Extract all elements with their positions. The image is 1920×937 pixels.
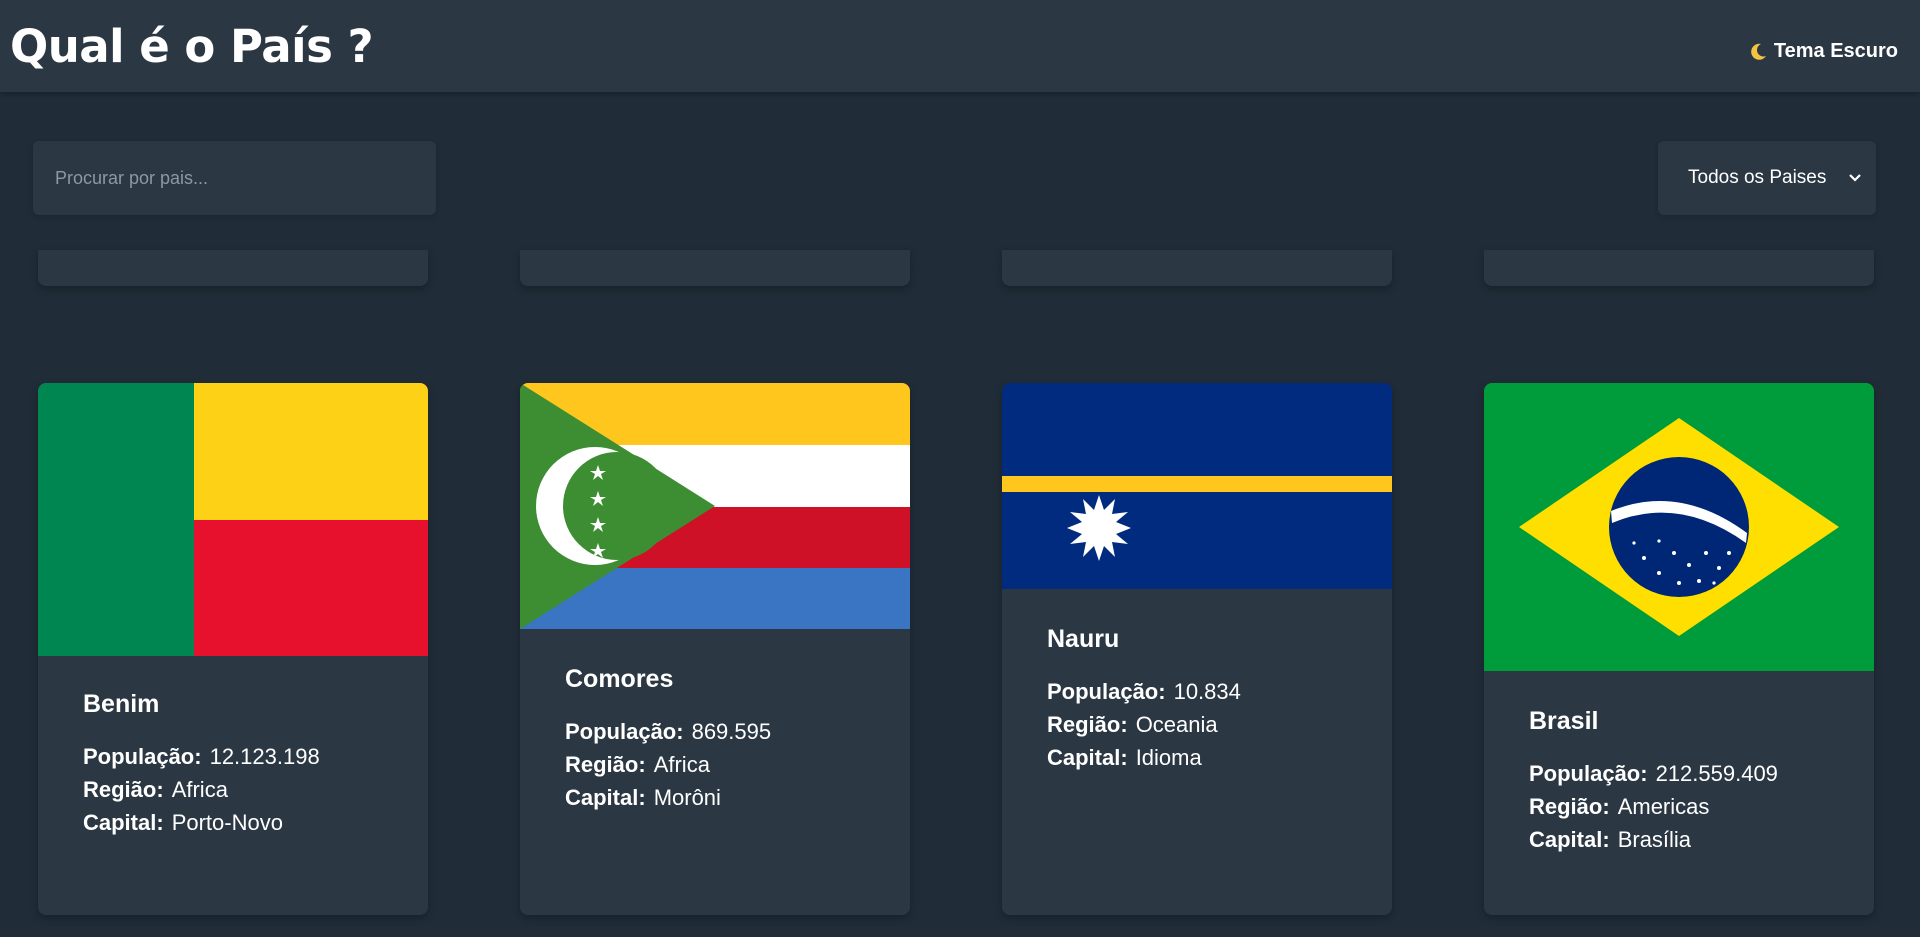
country-info: População: 12.123.198 Região: Africa Capit… bbox=[83, 740, 383, 839]
country-name: Benim bbox=[83, 690, 160, 718]
chevron-down-icon bbox=[1849, 174, 1861, 182]
theme-toggle-button[interactable]: Tema Escuro bbox=[1748, 40, 1898, 63]
capital-value: Porto-Novo bbox=[171, 810, 283, 835]
search-input[interactable] bbox=[33, 141, 436, 215]
flag-brasil bbox=[1484, 383, 1874, 671]
capital-label: Capital: bbox=[83, 810, 164, 835]
country-info: População: 212.559.409 Região: Americas Ca… bbox=[1529, 757, 1829, 856]
search-box bbox=[33, 141, 436, 215]
population-label: População: bbox=[1529, 761, 1648, 786]
country-name: Brasil bbox=[1529, 707, 1599, 735]
population-label: População: bbox=[1047, 679, 1166, 704]
region-label: Região: bbox=[83, 777, 164, 802]
region-value: Americas bbox=[1617, 794, 1710, 819]
region-value: Oceania bbox=[1135, 712, 1218, 737]
region-filter-select[interactable]: Todos os Paises bbox=[1658, 141, 1876, 215]
country-card-partial[interactable] bbox=[38, 250, 428, 286]
flag-nauru bbox=[1002, 383, 1392, 589]
population-value: 10.834 bbox=[1173, 679, 1241, 704]
population-value: 212.559.409 bbox=[1655, 761, 1778, 786]
country-card-benim[interactable]: Benim População: 12.123.198 Região: Africa… bbox=[38, 383, 428, 915]
capital-value: Morôni bbox=[653, 785, 721, 810]
country-name: Nauru bbox=[1047, 625, 1120, 653]
region-label: Região: bbox=[1047, 712, 1128, 737]
region-label: Região: bbox=[565, 752, 646, 777]
population-label: População: bbox=[565, 719, 684, 744]
capital-value: Idioma bbox=[1135, 745, 1202, 770]
country-info: População: 10.834 Região: Oceania Capital:… bbox=[1047, 675, 1347, 774]
top-header: Qual é o País ? Tema Escuro bbox=[0, 0, 1920, 92]
country-card-nauru[interactable]: Nauru População: 10.834 Região: Oceania Ca… bbox=[1002, 383, 1392, 915]
capital-label: Capital: bbox=[565, 785, 646, 810]
moon-icon bbox=[1751, 43, 1766, 60]
region-value: Africa bbox=[653, 752, 710, 777]
region-filter-value: Todos os Paises bbox=[1688, 167, 1827, 188]
country-name: Comores bbox=[565, 665, 674, 693]
capital-value: Brasília bbox=[1617, 827, 1692, 852]
region-value: Africa bbox=[171, 777, 228, 802]
country-card-partial[interactable] bbox=[520, 250, 910, 286]
region-label: Região: bbox=[1529, 794, 1610, 819]
app-title: Qual é o País ? bbox=[10, 20, 374, 73]
population-value: 869.595 bbox=[691, 719, 772, 744]
flag-benim bbox=[38, 383, 428, 656]
capital-label: Capital: bbox=[1529, 827, 1610, 852]
capital-label: Capital: bbox=[1047, 745, 1128, 770]
population-value: 12.123.198 bbox=[209, 744, 320, 769]
country-card-brasil[interactable]: Brasil População: 212.559.409 Região: Amer… bbox=[1484, 383, 1874, 915]
country-info: População: 869.595 Região: Africa Capital:… bbox=[565, 715, 865, 814]
theme-toggle-label: Tema Escuro bbox=[1773, 40, 1898, 62]
flag-comores bbox=[520, 383, 910, 629]
country-card-partial[interactable] bbox=[1002, 250, 1392, 286]
country-card-partial[interactable] bbox=[1484, 250, 1874, 286]
country-card-comores[interactable]: Comores População: 869.595 Região: Africa … bbox=[520, 383, 910, 915]
population-label: População: bbox=[83, 744, 202, 769]
